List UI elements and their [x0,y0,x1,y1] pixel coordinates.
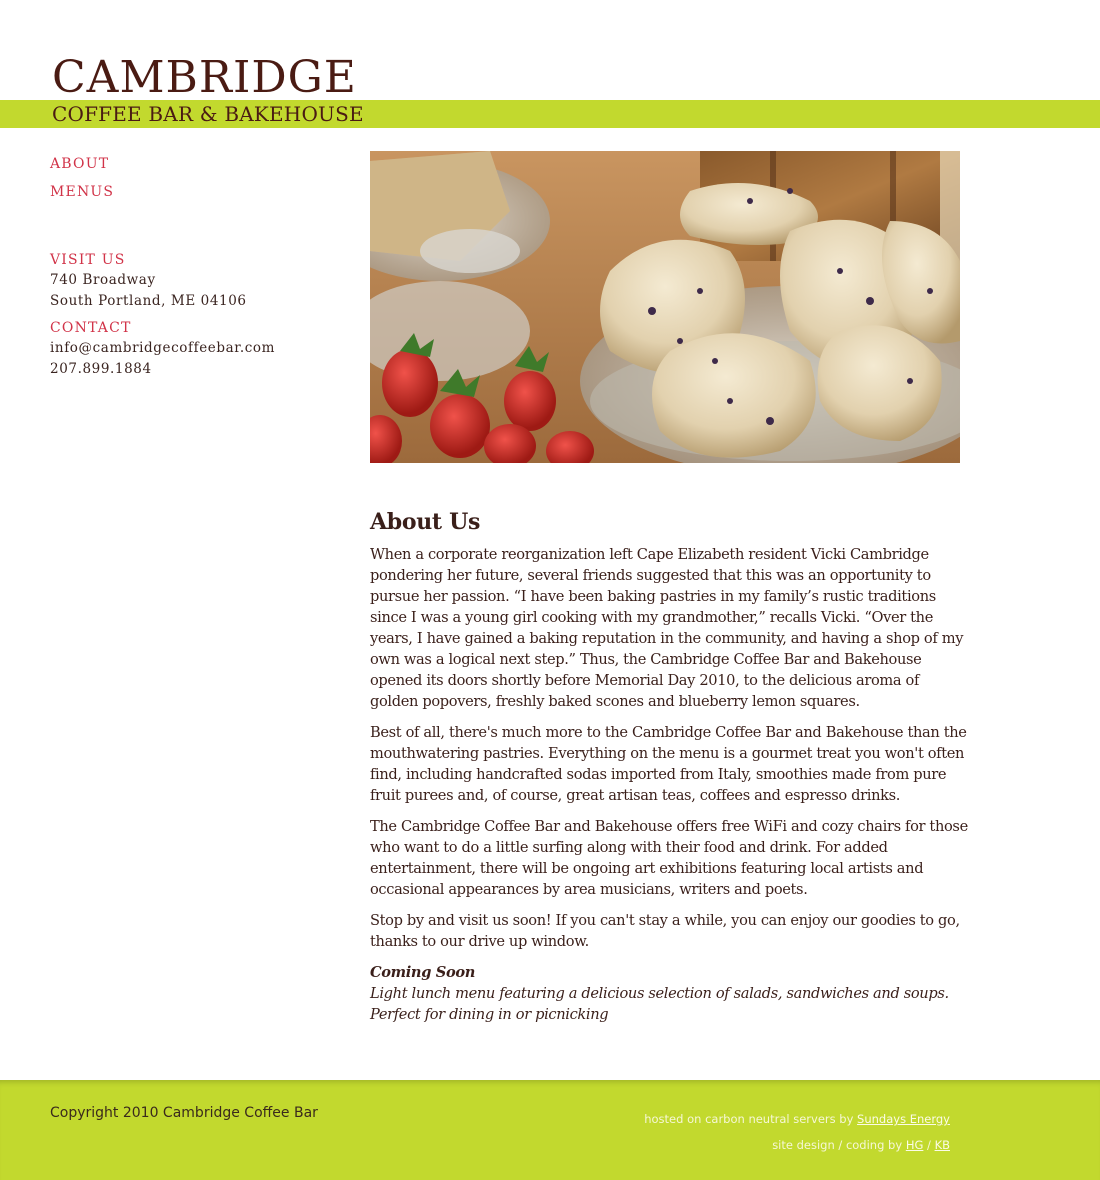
hosting-credit: hosted on carbon neutral servers by Sund… [644,1106,950,1132]
designer-kb-link[interactable]: KB [935,1138,950,1152]
visit-us-heading: VISIT US [50,252,126,268]
contact-email: info@cambridgecoffeebar.com [50,340,276,356]
hosting-credit-text: hosted on carbon neutral servers by [644,1112,858,1126]
page: CAMBRIDGE COFFEE BAR & BAKEHOUSE ABOUT M… [0,0,1100,1180]
about-paragraph-1: When a corporate reorganization left Cap… [370,546,964,710]
sidebar: ABOUT MENUS VISIT US 740 Broadway South … [50,152,340,380]
coming-soon-title: Coming Soon [370,964,475,981]
coming-soon-line-1: Light lunch menu featuring a delicious s… [370,985,949,1002]
address-line-1: 740 Broadway [50,272,156,288]
coming-soon-block: Coming Soon Light lunch menu featuring a… [370,962,970,1025]
sundays-energy-link[interactable]: Sundays Energy [857,1112,950,1126]
hero-photo-scones [370,151,960,463]
visit-us-section: VISIT US 740 Broadway South Portland, ME… [50,250,340,312]
address-line-2: South Portland, ME 04106 [50,293,247,309]
brand-logo-subtitle[interactable]: COFFEE BAR & BAKEHOUSE [52,101,364,127]
about-paragraph-3: The Cambridge Coffee Bar and Bakehouse o… [370,818,968,898]
contact-heading: CONTACT [50,320,132,336]
main-content: About Us When a corporate reorganization… [370,506,970,1035]
coming-soon-line-2: Perfect for dining in or picnicking [370,1006,609,1023]
contact-phone: 207.899.1884 [50,361,152,377]
site-header: CAMBRIDGE COFFEE BAR & BAKEHOUSE [0,0,1100,128]
copyright-text: Copyright 2010 Cambridge Coffee Bar [50,1105,318,1121]
about-paragraph-2: Best of all, there's much more to the Ca… [370,724,967,804]
footer-credits: hosted on carbon neutral servers by Sund… [644,1106,950,1158]
design-credit-separator: / [923,1138,935,1152]
page-title: About Us [370,509,481,535]
site-footer: Copyright 2010 Cambridge Coffee Bar host… [0,1080,1100,1180]
design-credit: site design / coding by HG / KB [644,1132,950,1158]
nav-link-about[interactable]: ABOUT [50,152,340,180]
design-credit-text: site design / coding by [772,1138,906,1152]
nav-link-menus[interactable]: MENUS [50,180,340,208]
about-paragraph-4: Stop by and visit us soon! If you can't … [370,912,960,950]
designer-hg-link[interactable]: HG [906,1138,924,1152]
brand-logo-title[interactable]: CAMBRIDGE [52,52,357,104]
contact-section: CONTACT info@cambridgecoffeebar.com 207.… [50,318,340,380]
